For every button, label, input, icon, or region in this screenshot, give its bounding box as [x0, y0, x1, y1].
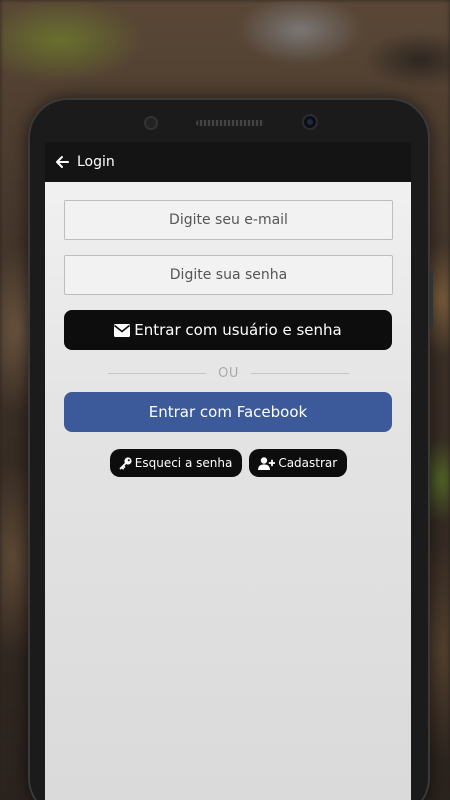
register-label: Cadastrar [278, 456, 338, 470]
or-divider: OU [64, 362, 393, 384]
envelope-icon [114, 323, 131, 337]
speaker-grille [196, 120, 264, 126]
app-bar: Login [45, 142, 411, 182]
login-button-label: Entrar com usuário e senha [134, 321, 342, 339]
key-icon [119, 456, 132, 470]
login-form: Entrar com usuário e senha OU Entrar com… [45, 182, 411, 477]
sensor-icon [144, 116, 158, 130]
camera-icon [302, 114, 318, 130]
password-field[interactable] [64, 255, 393, 295]
forgot-password-button[interactable]: Esqueci a senha [109, 449, 243, 477]
page-title: Login [77, 154, 115, 170]
register-button[interactable]: Cadastrar [249, 449, 348, 477]
divider-text: OU [218, 365, 239, 381]
secondary-actions: Esqueci a senha Cadastrar [64, 449, 393, 477]
divider-line-right [250, 372, 349, 374]
arrow-left-icon[interactable] [55, 155, 69, 169]
app-screen: Login Entrar com usuário e senha OU Entr… [45, 142, 411, 800]
login-button[interactable]: Entrar com usuário e senha [64, 310, 392, 350]
email-field[interactable] [64, 200, 393, 240]
user-plus-icon [258, 456, 276, 470]
facebook-button-label: Entrar com Facebook [148, 403, 308, 421]
divider-line-left [108, 372, 207, 374]
side-button [429, 270, 433, 330]
facebook-login-button[interactable]: Entrar com Facebook [64, 392, 392, 432]
forgot-password-label: Esqueci a senha [134, 456, 233, 470]
